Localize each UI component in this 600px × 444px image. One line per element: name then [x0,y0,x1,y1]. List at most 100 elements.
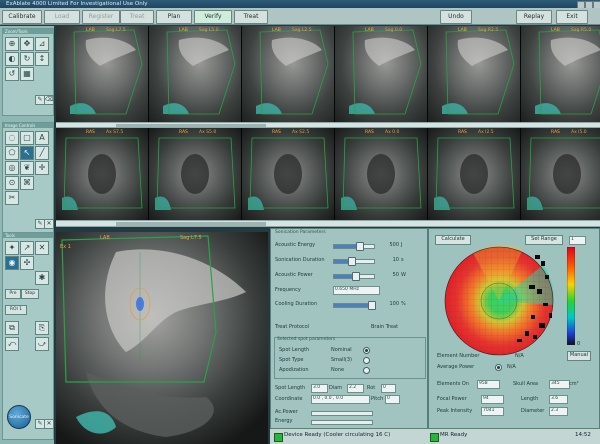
axial-frame-orientation: RAS [272,130,281,135]
exit-button[interactable]: Exit [556,10,588,24]
sagittal-frame[interactable]: LAB Sag L2.5 [242,26,335,122]
maximize-button[interactable] [585,1,593,8]
verify-button[interactable]: Verify [194,10,232,24]
copy-icon[interactable]: ⧉ [5,321,19,335]
sagittal-frame[interactable]: LAB Sag L5.0 [149,26,242,122]
treat-disabled-button[interactable]: Treat [120,10,154,24]
target-icon[interactable]: ✛ [35,161,49,175]
sonication-parameters-panel: Sonication Parameters Acoustic Energy 50… [270,228,428,444]
manual-button[interactable]: Manual [567,351,591,361]
axial-frame[interactable]: RAS Ax I5.0 [521,128,600,220]
replay-button[interactable]: Replay [516,10,552,24]
set-range-button[interactable]: Set Range [525,235,563,245]
cross-icon[interactable]: ✕ [35,241,49,255]
pitch-field[interactable]: 0 [385,395,400,404]
sonicate-button[interactable]: Sonicate [7,405,31,429]
main-image-view[interactable]: LAB Sag L7.5 Ex 1 [56,232,268,444]
axial-frame[interactable]: RAS Ax S7.5 [56,128,149,220]
measure-icon[interactable]: ↕ [35,52,49,66]
axial-frame-orientation: RAS [458,130,467,135]
element-map-panel: Calculate Set Range 1 0 Manual Element N… [428,228,600,444]
roi-icon[interactable]: ▢ [20,131,34,145]
acoustic-energy-slider[interactable] [333,242,375,251]
delete-bottom-icon[interactable]: ✕ [44,419,54,429]
polygon-icon[interactable]: ⬠ [5,146,19,160]
text-icon[interactable]: A [35,131,49,145]
fiducial-icon[interactable]: ⊙ [5,176,19,190]
rot-label: Rot [367,385,376,391]
pre-button[interactable]: Pre [5,289,21,299]
roi-1-button[interactable]: ROI 1 [5,305,27,315]
axial-frame[interactable]: RAS Ax S2.5 [242,128,335,220]
register-button[interactable]: Register [82,10,120,24]
acoustic-power-slider[interactable] [333,272,375,281]
range-max-field[interactable]: 1 [569,236,586,245]
axial-strip-scrollbar[interactable] [56,220,600,227]
coordinate-field[interactable]: 0.0 , 0.0 , 0.0 [311,395,370,404]
star-icon[interactable]: ✱ [35,271,49,285]
diam-field[interactable]: 2.2 [347,384,364,393]
scrollbar-thumb[interactable] [116,222,266,226]
spot-length-row-label: Spot Length [275,385,306,391]
axial-frame[interactable]: RAS Ax I2.5 [428,128,521,220]
colorbar [567,247,575,345]
pitch-label: Pitch [371,396,384,402]
load-button[interactable]: Load [44,10,80,24]
scissors-icon[interactable]: ✂ [5,191,19,205]
plan-button[interactable]: Plan [156,10,192,24]
grid-icon[interactable]: ▦ [20,67,34,81]
pan-icon[interactable]: ✥ [20,37,34,51]
cooling-duration-value: 100 [389,301,399,307]
window-level-icon[interactable]: ◐ [5,52,19,66]
cooling-duration-slider[interactable] [333,301,376,310]
sagittal-frame-slice: Sag R2.5 [478,28,499,33]
reset-icon[interactable]: ↺ [5,67,19,81]
sagittal-image-strip[interactable]: LAB Sag L7.5 LAB Sag L5.0 LAB Sag L2.5 LAB Sag … [56,26,600,122]
redo-icon[interactable]: ⤻ [35,337,49,351]
scrollbar-thumb[interactable] [116,124,266,127]
focus-icon[interactable]: ◉ [5,256,19,270]
move-icon[interactable]: ✣ [20,256,34,270]
frequency-field[interactable]: 0.650 MHz [333,286,380,295]
arrow-icon[interactable]: ↗ [20,241,34,255]
sagittal-frame[interactable]: LAB Sag R5.0 [521,26,600,122]
spot-length-radio[interactable] [363,347,370,354]
minimize-button[interactable] [577,1,585,8]
ruler-icon[interactable]: ⊿ [35,37,49,51]
sagittal-frame[interactable]: LAB Sag R2.5 [428,26,521,122]
calculate-button[interactable]: Calculate [435,235,471,245]
element-power-polar-map[interactable] [443,245,555,357]
zoom-icon[interactable]: ⊕ [5,37,19,51]
sonication-duration-slider[interactable] [333,257,375,266]
calibrate-button[interactable]: Calibrate [2,10,42,24]
rot-field[interactable]: 0 [381,384,396,393]
line-icon[interactable]: ╱ [35,146,49,160]
axial-image-strip[interactable]: RAS Ax S7.5 RAS Ax S5.0 RAS Ax S2.5 RAS Ax 0.0 R… [56,128,600,220]
sagittal-frame[interactable]: LAB Sag L7.5 [56,26,149,122]
sagittal-frame[interactable]: LAB Sag 0.0 [335,26,428,122]
overlay-icon[interactable]: ◎ [5,161,19,175]
average-power-radio[interactable] [495,364,502,371]
spot-type-radio[interactable] [363,357,370,364]
axial-frame[interactable]: RAS Ax 0.0 [335,128,428,220]
treat-button[interactable]: Treat [234,10,268,24]
rotate-icon[interactable]: ↻ [20,52,34,66]
contour-icon[interactable]: ◌ [5,131,19,145]
cooling-duration-unit: % [401,301,406,307]
spot-length-row-field[interactable]: 3.0 [311,384,328,393]
spot-icon[interactable]: ✦ [5,241,19,255]
undo-icon[interactable]: ⤺ [5,337,19,351]
panel-header: Image Controls [3,123,53,128]
cursor-icon[interactable]: ↖ [20,146,34,160]
eraser-icon[interactable]: ⌫ [44,95,54,105]
undo-button[interactable]: Undo [440,10,472,24]
brain-icon[interactable]: ❦ [20,161,34,175]
apodization-radio[interactable] [363,367,370,374]
label-icon[interactable]: ⌘ [20,176,34,190]
stop-button[interactable]: Stop [21,289,39,299]
delete-small-icon[interactable]: ✕ [44,219,54,229]
mr-ready-text: MR Ready [440,432,468,438]
close-window-button[interactable] [593,1,600,8]
axial-frame[interactable]: RAS Ax S5.0 [149,128,242,220]
paste-icon[interactable]: ⎘ [35,321,49,335]
